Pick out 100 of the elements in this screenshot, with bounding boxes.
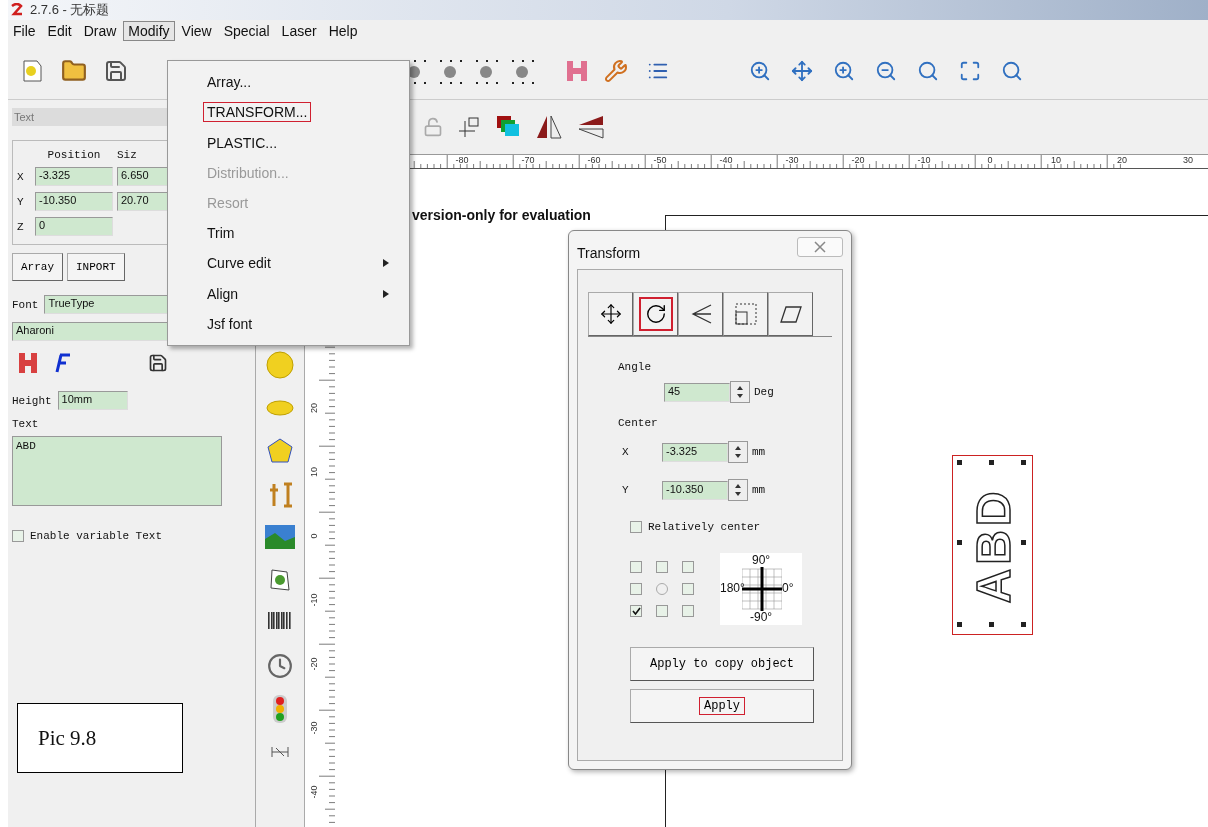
origin-icon xyxy=(457,115,481,139)
wrench-icon xyxy=(604,58,628,83)
zoom-icon xyxy=(749,59,771,82)
transform-tab[interactable] xyxy=(633,292,678,336)
checkbox[interactable] xyxy=(630,521,642,533)
checkbox[interactable] xyxy=(630,583,642,595)
size-label: Siz xyxy=(117,149,138,161)
position-field[interactable]: -3.325 xyxy=(35,167,113,186)
center-x-field[interactable]: -3.325 xyxy=(662,442,728,462)
save-icon xyxy=(104,58,128,83)
letter-h-icon xyxy=(17,351,39,375)
spin-button[interactable] xyxy=(730,381,750,403)
close-icon xyxy=(814,241,826,253)
figure-caption: Pic 9.8 xyxy=(17,703,183,773)
position-field[interactable]: 0 xyxy=(35,217,113,236)
spin-arrows-icon xyxy=(734,483,742,497)
move-arrows-icon xyxy=(599,303,622,325)
angle-label: Angle xyxy=(618,361,652,373)
checkbox[interactable] xyxy=(682,605,694,617)
node-edit-icon[interactable] xyxy=(438,57,464,84)
menu-item[interactable]: Draw xyxy=(78,21,122,41)
text-input[interactable]: ABD xyxy=(12,436,222,506)
rotate-icon xyxy=(644,303,667,325)
crosshair-grid-icon xyxy=(742,567,782,611)
menu-item[interactable]: View xyxy=(176,21,217,41)
window-title: 2.7.6 - 无标题 xyxy=(30,1,110,19)
angle-field[interactable]: 45 xyxy=(664,382,730,402)
menu-item[interactable]: Laser xyxy=(276,21,322,41)
clock-icon xyxy=(267,652,293,679)
checkbox[interactable] xyxy=(656,605,668,617)
menu-item[interactable]: Special xyxy=(218,21,275,41)
action-button[interactable]: Apply xyxy=(630,689,814,723)
spin-button[interactable] xyxy=(728,479,748,501)
panel-button[interactable]: INPORT xyxy=(67,253,125,281)
checkbox-label: Relatively center xyxy=(648,521,761,533)
selection-handle[interactable] xyxy=(957,460,962,465)
selection-handle[interactable] xyxy=(957,540,962,545)
zoom-icon xyxy=(833,59,855,82)
height-field[interactable]: 10mm xyxy=(57,391,128,410)
axis-label: X xyxy=(622,446,630,458)
selection-handle[interactable] xyxy=(957,622,962,627)
center-y-field[interactable]: -10.350 xyxy=(662,480,728,500)
checkbox[interactable] xyxy=(630,561,642,573)
action-button[interactable]: Apply to copy object xyxy=(630,647,814,681)
menu-item[interactable]: Help xyxy=(323,21,363,41)
dimension-icon xyxy=(270,744,290,759)
zoom-icon xyxy=(917,59,939,82)
checkbox[interactable] xyxy=(682,561,694,573)
checkbox[interactable] xyxy=(656,561,668,573)
selection-handle[interactable] xyxy=(1021,540,1026,545)
selection-frame[interactable]: ABD xyxy=(952,455,1033,635)
selection-handle[interactable] xyxy=(989,460,994,465)
scale-icon xyxy=(733,302,758,326)
menu-entry-label: Resort xyxy=(206,194,250,213)
dialog-title: Transform xyxy=(577,245,641,261)
selection-handle[interactable] xyxy=(1021,622,1026,627)
object-text[interactable]: ABD xyxy=(965,487,1020,603)
menu-entry[interactable]: Array... xyxy=(170,67,407,98)
panel-button[interactable]: Array xyxy=(12,253,63,281)
font-label: Font xyxy=(12,298,39,311)
menu-item[interactable]: File xyxy=(8,21,41,41)
close-button[interactable] xyxy=(797,237,843,257)
zoom-icon xyxy=(791,59,813,82)
menu-item[interactable]: Edit xyxy=(42,21,77,41)
menu-entry-label: Distribution... xyxy=(206,163,290,183)
traffic-light-icon xyxy=(273,694,287,723)
transform-tab[interactable] xyxy=(588,292,633,336)
checkbox[interactable] xyxy=(630,605,642,617)
spin-arrows-icon xyxy=(736,385,744,399)
mirror-vertical-icon xyxy=(577,114,605,140)
spin-arrows-icon xyxy=(734,445,742,459)
menu-item[interactable]: Modify xyxy=(123,21,175,41)
compass-label: 0° xyxy=(782,581,794,595)
selection-handle[interactable] xyxy=(989,622,994,627)
circle-icon xyxy=(266,350,294,379)
unlock-icon xyxy=(423,117,443,137)
zoom-icon xyxy=(875,59,897,82)
polygon-icon xyxy=(266,436,294,465)
axis-label: Y xyxy=(622,484,630,496)
selection-handle[interactable] xyxy=(1021,460,1026,465)
spin-button[interactable] xyxy=(728,441,748,463)
menu-entry[interactable]: PLASTIC... xyxy=(170,127,407,158)
center-label: Center xyxy=(618,417,659,429)
folder-icon xyxy=(61,57,87,84)
mirror-horizontal-icon xyxy=(535,114,563,140)
checkbox[interactable] xyxy=(12,530,24,542)
save-icon xyxy=(148,353,168,373)
checkbox-label: Enable variable Text xyxy=(30,530,163,542)
position-label: Position xyxy=(46,149,102,161)
node-edit-icon[interactable] xyxy=(510,57,536,84)
zoom-icon xyxy=(1001,59,1023,82)
axis-label: Y xyxy=(17,195,25,208)
evaluation-text: version-only for evaluation xyxy=(412,207,591,223)
menu-entry-label: PLASTIC... xyxy=(206,133,279,153)
node-edit-icon[interactable] xyxy=(474,57,500,84)
axis-label: Z xyxy=(17,220,25,233)
menu-entry-label: Align xyxy=(206,284,240,304)
compass-label: 90° xyxy=(752,553,771,567)
checkbox[interactable] xyxy=(682,583,694,595)
position-field[interactable]: -10.350 xyxy=(35,192,113,211)
